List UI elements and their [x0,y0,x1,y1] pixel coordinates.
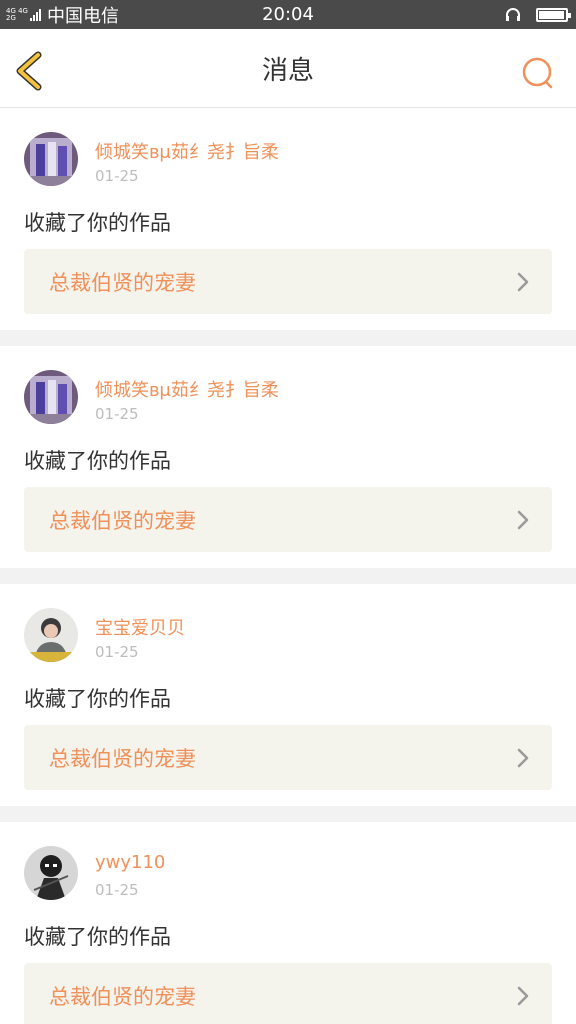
message-card: 倾城笑ʙμ茹纟尧扌旨柔 01-25 收藏了你的作品 总裁伯贤的宠妻 [0,108,576,330]
chevron-right-icon [517,272,529,292]
action-text: 收藏了你的作品 [24,449,171,473]
avatar[interactable] [24,132,78,186]
work-title: 总裁伯贤的宠妻 [49,984,196,1009]
message-date: 01-25 [95,643,139,661]
status-bar: 4G 4G 2G 中国电信 20:04 [0,0,576,29]
avatar[interactable] [24,370,78,424]
action-text: 收藏了你的作品 [24,687,171,711]
work-link[interactable]: 总裁伯贤的宠妻 [24,725,552,790]
battery-icon [536,7,571,22]
message-card: 宝宝爱贝贝 01-25 收藏了你的作品 总裁伯贤的宠妻 [0,584,576,806]
avatar-image [24,132,78,186]
chevron-right-icon [517,986,529,1006]
chevron-right-icon [517,748,529,768]
chevron-right-icon [517,510,529,530]
work-title: 总裁伯贤的宠妻 [49,508,196,533]
message-date: 01-25 [95,405,139,423]
message-date: 01-25 [95,881,139,899]
header-bar: 消息 [0,29,576,108]
username[interactable]: 倾城笑ʙμ茹纟尧扌旨柔 [95,138,279,164]
avatar[interactable] [24,846,78,900]
avatar-image [24,846,78,900]
action-text: 收藏了你的作品 [24,211,171,235]
username[interactable]: ywy110 [95,852,165,873]
message-date: 01-25 [95,167,139,185]
work-title: 总裁伯贤的宠妻 [49,270,196,295]
action-text: 收藏了你的作品 [24,925,171,949]
search-button[interactable] [520,56,556,92]
page-title: 消息 [261,56,314,86]
message-card: ywy110 01-25 收藏了你的作品 总裁伯贤的宠妻 [0,822,576,1024]
status-time: 20:04 [262,4,314,25]
work-link[interactable]: 总裁伯贤的宠妻 [24,249,552,314]
avatar-image [24,370,78,424]
avatar-image [24,608,78,662]
username[interactable]: 宝宝爱贝贝 [95,614,185,640]
battery-level [539,10,564,19]
work-link[interactable]: 总裁伯贤的宠妻 [24,963,552,1024]
avatar[interactable] [24,608,78,662]
username[interactable]: 倾城笑ʙμ茹纟尧扌旨柔 [95,376,279,402]
message-card: 倾城笑ʙμ茹纟尧扌旨柔 01-25 收藏了你的作品 总裁伯贤的宠妻 [0,346,576,568]
search-icon [522,57,553,89]
headset-icon [506,7,520,21]
status-right [504,0,571,29]
work-link[interactable]: 总裁伯贤的宠妻 [24,487,552,552]
work-title: 总裁伯贤的宠妻 [49,746,196,771]
message-list: 倾城笑ʙμ茹纟尧扌旨柔 01-25 收藏了你的作品 总裁伯贤的宠妻 倾城笑ʙμ茹… [0,108,576,1024]
